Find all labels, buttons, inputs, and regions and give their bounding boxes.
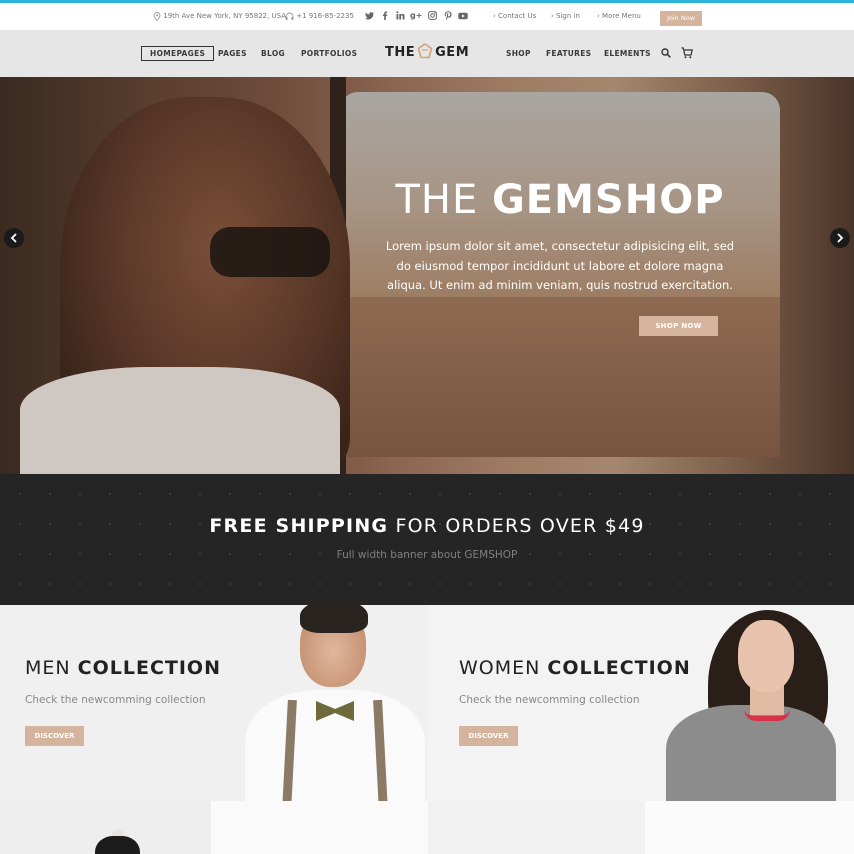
logo-text-gem: GEM: [435, 45, 470, 60]
instagram-icon[interactable]: [427, 11, 437, 21]
nav-homepages[interactable]: HOMEPAGES: [141, 46, 215, 61]
hero-title: THE GEMSHOP: [380, 177, 740, 223]
product-tile-jacket[interactable]: [211, 801, 428, 854]
men-collection-card: MEN COLLECTION Check the newcomming coll…: [0, 605, 428, 801]
women-title-thin: WOMEN: [459, 657, 548, 679]
women-discover-button[interactable]: DISCOVER: [459, 726, 518, 746]
more-menu-link[interactable]: › More Menu: [597, 3, 641, 30]
slider-next-button[interactable]: [830, 228, 850, 248]
banner-title-rest: FOR ORDERS OVER $49: [388, 515, 645, 537]
pinterest-icon[interactable]: [443, 11, 453, 21]
chevron-right-icon: ›: [597, 12, 600, 20]
women-title-bold: COLLECTION: [547, 657, 691, 679]
dress-image: [95, 836, 140, 854]
hero-slider: THE GEMSHOP Lorem ipsum dolor sit amet, …: [0, 77, 854, 474]
twitter-icon[interactable]: [364, 11, 374, 21]
chevron-right-icon: ›: [493, 12, 496, 20]
banner-title: FREE SHIPPING FOR ORDERS OVER $49: [0, 515, 854, 537]
hero-description: Lorem ipsum dolor sit amet, consectetur …: [385, 239, 735, 292]
logo-text-the: THE: [385, 45, 416, 60]
search-icon[interactable]: [661, 48, 671, 58]
sign-in-link[interactable]: › Sign in: [551, 3, 580, 30]
site-logo[interactable]: THE GEM: [385, 43, 469, 65]
location-pin-icon: [153, 11, 161, 21]
product-tile-dress[interactable]: [0, 801, 211, 854]
linkedin-icon[interactable]: [395, 11, 405, 21]
hero-title-bold: GEMSHOP: [491, 177, 725, 223]
chevron-left-icon: [10, 233, 17, 243]
women-collection-card: WOMEN COLLECTION Check the newcomming co…: [428, 605, 854, 801]
nav-shop[interactable]: SHOP: [506, 30, 531, 77]
join-now-button[interactable]: Join Now: [660, 11, 702, 26]
women-collection-subtitle: Check the newcomming collection: [459, 694, 640, 706]
address-text: 19th Ave New York, NY 95822, USA: [163, 12, 287, 20]
phone-text: +1 916-85-2235: [296, 12, 354, 20]
more-menu-label: More Menu: [602, 12, 641, 20]
google-plus-icon[interactable]: g+: [410, 11, 422, 21]
men-discover-button[interactable]: DISCOVER: [25, 726, 84, 746]
women-model-image: [738, 620, 794, 692]
product-tile-jewelry[interactable]: [645, 801, 854, 854]
hero-model-sunglasses: [210, 227, 330, 277]
cart-icon[interactable]: [681, 47, 693, 59]
chevron-right-icon: ›: [551, 12, 554, 20]
hero-model-shirt: [20, 367, 340, 474]
banner-title-bold: FREE SHIPPING: [209, 515, 389, 537]
main-navigation: HOMEPAGES PAGES BLOG PORTFOLIOS THE GEM S…: [0, 30, 854, 77]
hero-title-thin: THE: [395, 177, 492, 223]
contact-us-link[interactable]: › Contact Us: [493, 3, 536, 30]
men-title-thin: MEN: [25, 657, 78, 679]
nav-pages[interactable]: PAGES: [218, 30, 247, 77]
headset-icon: [285, 12, 294, 20]
facebook-icon[interactable]: [380, 11, 390, 21]
product-tile-bag[interactable]: [428, 801, 645, 854]
phone-info: +1 916-85-2235: [285, 3, 354, 30]
men-model-hair: [300, 605, 368, 633]
gem-logo-icon: [417, 43, 433, 59]
shop-now-button[interactable]: SHOP NOW: [639, 316, 718, 336]
top-bar: 19th Ave New York, NY 95822, USA +1 916-…: [0, 3, 854, 30]
slider-prev-button[interactable]: [4, 228, 24, 248]
men-collection-title: MEN COLLECTION: [25, 657, 221, 679]
men-collection-subtitle: Check the newcomming collection: [25, 694, 206, 706]
men-model-shirt: [245, 690, 425, 801]
women-collection-title: WOMEN COLLECTION: [459, 657, 691, 679]
sign-in-label: Sign in: [556, 12, 580, 20]
women-model-necklace: [744, 709, 790, 721]
nav-features[interactable]: FEATURES: [546, 30, 591, 77]
men-title-bold: COLLECTION: [77, 657, 221, 679]
nav-blog[interactable]: BLOG: [261, 30, 285, 77]
address-info: 19th Ave New York, NY 95822, USA: [153, 3, 286, 30]
chevron-right-icon: [837, 233, 844, 243]
free-shipping-banner: FREE SHIPPING FOR ORDERS OVER $49 Full w…: [0, 474, 854, 605]
youtube-icon[interactable]: [458, 11, 468, 21]
nav-portfolios[interactable]: PORTFOLIOS: [301, 30, 357, 77]
banner-subtitle: Full width banner about GEMSHOP: [336, 549, 518, 561]
nav-elements[interactable]: ELEMENTS: [604, 30, 651, 77]
contact-us-label: Contact Us: [498, 12, 537, 20]
